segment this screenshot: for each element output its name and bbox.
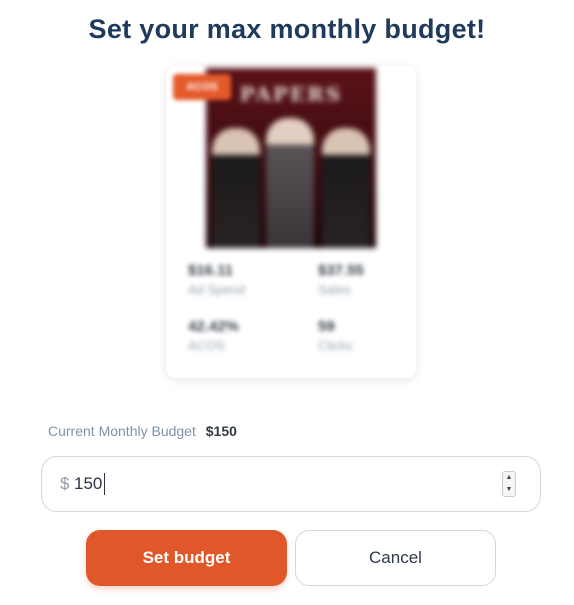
stat-ad-spend: $16.11 Ad Spend — [188, 262, 288, 297]
book-cover-image: PAPERS — [206, 68, 376, 248]
text-caret — [104, 473, 105, 495]
stat-sales: $37.55 Sales — [318, 262, 418, 297]
stat-label: Ad Spend — [188, 282, 246, 297]
stat-label: Sales — [318, 282, 351, 297]
current-budget-label: Current Monthly Budget — [48, 423, 196, 439]
stat-clicks: 59 Clicks — [318, 318, 418, 353]
acos-badge: ACOS — [173, 74, 231, 100]
currency-symbol: $ — [60, 474, 70, 493]
number-spinner[interactable]: ▲ ▼ — [502, 471, 516, 497]
stat-value: $16.11 — [188, 262, 234, 279]
cancel-button[interactable]: Cancel — [295, 530, 496, 586]
cover-title: PAPERS — [239, 82, 343, 106]
chevron-down-icon[interactable]: ▼ — [503, 484, 515, 496]
set-budget-button[interactable]: Set budget — [86, 530, 287, 586]
stat-value: $37.55 — [318, 262, 364, 279]
current-budget-row: Current Monthly Budget $150 — [48, 423, 237, 439]
stat-label: Clicks — [318, 338, 353, 353]
budget-input-field[interactable]: $ ▲ ▼ — [41, 456, 541, 512]
current-budget-value: $150 — [205, 423, 237, 439]
stat-value: 42.42% — [188, 318, 239, 335]
budget-modal: Set your max monthly budget! PAPERS ACOS… — [0, 0, 574, 605]
stat-label: ACOS — [188, 338, 225, 353]
budget-input[interactable] — [74, 469, 494, 499]
stat-value: 59 — [318, 318, 335, 335]
modal-title: Set your max monthly budget! — [88, 14, 486, 44]
stat-acos: 42.42% ACOS — [188, 318, 288, 353]
product-card: PAPERS ACOS $16.11 Ad Spend $37.55 Sales… — [166, 66, 416, 378]
chevron-up-icon[interactable]: ▲ — [503, 472, 515, 484]
